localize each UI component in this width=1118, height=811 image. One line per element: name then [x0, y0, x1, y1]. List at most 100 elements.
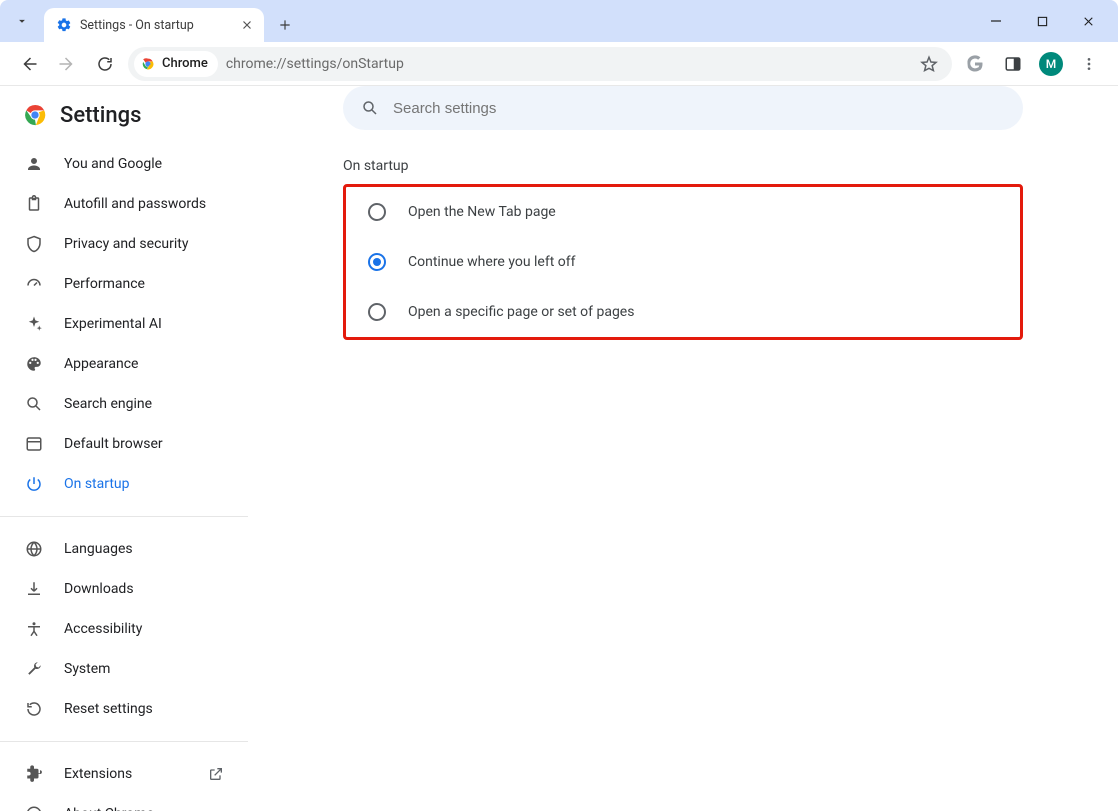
settings-main: On startup Open the New Tab page Continu…	[248, 86, 1118, 811]
tabs-dropdown-button[interactable]	[0, 0, 44, 42]
sidebar-separator	[0, 741, 248, 742]
clipboard-icon	[24, 195, 44, 213]
sidebar-item-label: Appearance	[64, 356, 224, 372]
window-controls	[978, 0, 1118, 42]
google-g-icon	[966, 55, 984, 73]
sidebar-item-downloads[interactable]: Downloads	[0, 569, 248, 609]
arrow-right-icon	[58, 55, 76, 73]
settings-body: Settings You and Google Autofill and pas…	[0, 86, 1118, 811]
option-label: Open the New Tab page	[408, 204, 556, 220]
chevron-down-icon	[15, 14, 29, 28]
star-icon[interactable]	[920, 55, 938, 73]
sidebar-item-label: Privacy and security	[64, 236, 224, 252]
sidebar-item-label: Reset settings	[64, 701, 224, 717]
address-bar[interactable]: Chrome chrome://settings/onStartup	[128, 47, 952, 81]
radio-selected-icon	[368, 253, 386, 271]
browser-icon	[24, 435, 44, 453]
sidebar-item-reset[interactable]: Reset settings	[0, 689, 248, 729]
address-bar-url: chrome://settings/onStartup	[226, 56, 912, 72]
option-label: Open a specific page or set of pages	[408, 304, 634, 320]
side-panel-icon	[1004, 55, 1022, 73]
search-settings-field[interactable]	[343, 86, 1023, 130]
back-button[interactable]	[14, 49, 44, 79]
forward-button[interactable]	[52, 49, 82, 79]
shield-icon	[24, 235, 44, 253]
chrome-mini-icon	[24, 805, 44, 811]
sidebar-item-label: Search engine	[64, 396, 224, 412]
window-titlebar: Settings - On startup	[0, 0, 1118, 42]
sidebar-item-on-startup[interactable]: On startup	[0, 464, 248, 504]
palette-icon	[24, 355, 44, 373]
tab-title: Settings - On startup	[80, 18, 230, 33]
sidebar-item-languages[interactable]: Languages	[0, 529, 248, 569]
globe-icon	[24, 540, 44, 558]
sidebar-item-experimental-ai[interactable]: Experimental AI	[0, 304, 248, 344]
profile-button[interactable]: M	[1036, 49, 1066, 79]
sidebar-item-extensions[interactable]: Extensions	[0, 754, 248, 794]
sidebar-item-label: About Chrome	[64, 806, 224, 811]
speedometer-icon	[24, 275, 44, 293]
browser-toolbar: Chrome chrome://settings/onStartup M	[0, 42, 1118, 86]
reload-button[interactable]	[90, 49, 120, 79]
settings-header: Settings	[0, 86, 248, 144]
reload-icon	[96, 55, 114, 73]
radio-unselected-icon	[368, 203, 386, 221]
option-label: Continue where you left off	[408, 254, 576, 270]
sidebar-item-autofill[interactable]: Autofill and passwords	[0, 184, 248, 224]
sidebar-item-label: Experimental AI	[64, 316, 224, 332]
window-minimize-button[interactable]	[978, 5, 1014, 37]
sidebar-item-label: Extensions	[64, 766, 188, 782]
sidebar-item-search-engine[interactable]: Search engine	[0, 384, 248, 424]
settings-sidebar: Settings You and Google Autofill and pas…	[0, 86, 248, 811]
radio-unselected-icon	[368, 303, 386, 321]
sparkle-icon	[24, 315, 44, 333]
chrome-menu-button[interactable]	[1074, 49, 1104, 79]
option-open-new-tab-page[interactable]: Open the New Tab page	[346, 187, 1020, 237]
sidebar-item-performance[interactable]: Performance	[0, 264, 248, 304]
google-account-button[interactable]	[960, 49, 990, 79]
sidebar-item-about-chrome[interactable]: About Chrome	[0, 794, 248, 811]
sidebar-item-you-and-google[interactable]: You and Google	[0, 144, 248, 184]
on-startup-options-card: Open the New Tab page Continue where you…	[343, 184, 1023, 340]
maximize-icon	[1037, 16, 1048, 27]
sidebar-separator	[0, 516, 248, 517]
reset-icon	[24, 700, 44, 718]
window-close-button[interactable]	[1070, 5, 1106, 37]
new-tab-button[interactable]	[270, 10, 300, 40]
browser-tab-active[interactable]: Settings - On startup	[44, 8, 264, 42]
sidebar-item-default-browser[interactable]: Default browser	[0, 424, 248, 464]
close-icon	[241, 19, 253, 31]
search-icon	[24, 395, 44, 413]
minimize-icon	[990, 15, 1002, 27]
window-maximize-button[interactable]	[1024, 5, 1060, 37]
extension-icon	[24, 765, 44, 783]
sidebar-item-system[interactable]: System	[0, 649, 248, 689]
plus-icon	[278, 18, 292, 32]
search-settings-input[interactable]	[391, 99, 1005, 118]
option-open-specific-pages[interactable]: Open a specific page or set of pages	[346, 287, 1020, 337]
sidebar-item-privacy[interactable]: Privacy and security	[0, 224, 248, 264]
sidebar-item-label: You and Google	[64, 156, 224, 172]
side-panel-button[interactable]	[998, 49, 1028, 79]
arrow-left-icon	[20, 55, 38, 73]
person-icon	[24, 155, 44, 173]
sidebar-item-label: Autofill and passwords	[64, 196, 224, 212]
external-link-icon	[208, 766, 224, 782]
site-chip-label: Chrome	[162, 56, 208, 71]
sidebar-item-accessibility[interactable]: Accessibility	[0, 609, 248, 649]
sidebar-item-appearance[interactable]: Appearance	[0, 344, 248, 384]
sidebar-item-label: Performance	[64, 276, 224, 292]
sidebar-item-label: System	[64, 661, 224, 677]
gear-icon	[56, 17, 72, 33]
tab-close-button[interactable]	[238, 16, 256, 34]
settings-app-title: Settings	[60, 103, 141, 128]
sidebar-item-label: Accessibility	[64, 621, 224, 637]
sidebar-item-label: Downloads	[64, 581, 224, 597]
section-title-on-startup: On startup	[343, 158, 1023, 174]
kebab-icon	[1081, 56, 1097, 72]
avatar: M	[1039, 52, 1063, 76]
site-chip[interactable]: Chrome	[134, 51, 218, 77]
search-icon	[361, 99, 379, 117]
option-continue-where-left-off[interactable]: Continue where you left off	[346, 237, 1020, 287]
sidebar-item-label: Languages	[64, 541, 224, 557]
